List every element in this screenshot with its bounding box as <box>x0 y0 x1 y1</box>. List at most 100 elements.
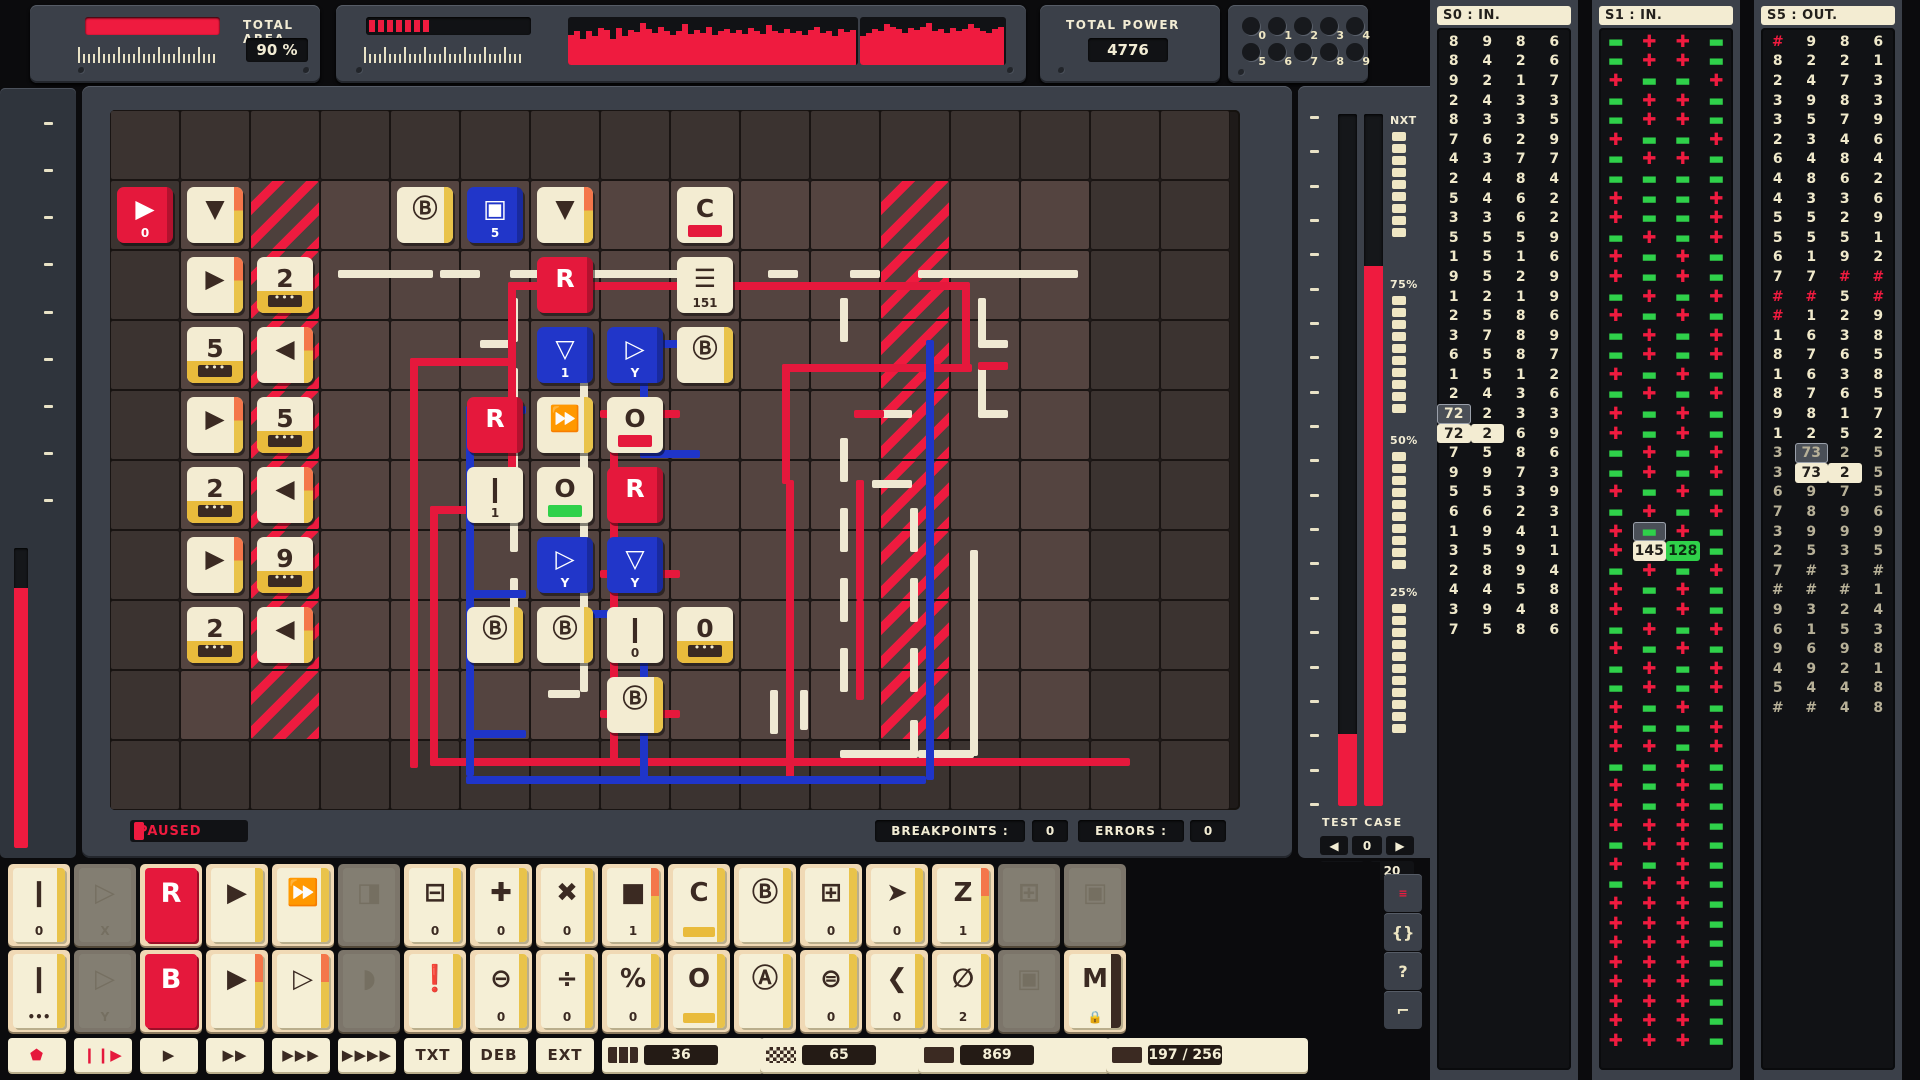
data-cell[interactable]: 2 <box>1471 71 1505 91</box>
data-cell[interactable]: 1 <box>1761 365 1795 385</box>
data-cell[interactable]: 8 <box>1504 620 1538 640</box>
data-cell[interactable]: 5 <box>1795 110 1829 130</box>
data-cell[interactable]: ✚ <box>1599 894 1633 914</box>
test-case-next-button[interactable]: ▶ <box>1386 836 1414 855</box>
grid-cell[interactable] <box>320 530 390 600</box>
data-cell[interactable]: ✚ <box>1599 424 1633 444</box>
palette-tile[interactable]: ∅2 <box>932 950 994 1032</box>
palette-tile[interactable]: ▶ <box>206 864 268 946</box>
data-cell[interactable]: ▬ <box>1700 110 1734 130</box>
data-cell[interactable]: 9 <box>1538 287 1572 307</box>
data-cell[interactable]: 5 <box>1538 110 1572 130</box>
data-cell[interactable]: 7 <box>1795 346 1829 366</box>
data-cell[interactable]: 5 <box>1862 483 1896 503</box>
data-cell[interactable]: 9 <box>1504 561 1538 581</box>
data-cell[interactable]: 3 <box>1538 91 1572 111</box>
data-cell[interactable]: 1 <box>1538 522 1572 542</box>
data-cell[interactable]: 4 <box>1862 150 1896 170</box>
data-cell[interactable]: 3 <box>1761 110 1795 130</box>
numpad-key-6[interactable]: 6 <box>1268 43 1290 65</box>
data-cell[interactable]: 8 <box>1862 326 1896 346</box>
data-cell[interactable]: ▬ <box>1633 169 1667 189</box>
grid-cell[interactable] <box>950 530 1020 600</box>
data-cell[interactable]: ✚ <box>1599 248 1633 268</box>
data-cell[interactable]: 2 <box>1761 130 1795 150</box>
data-cell[interactable]: ✚ <box>1666 875 1700 895</box>
data-cell[interactable]: ✚ <box>1599 267 1633 287</box>
data-cell[interactable]: 8 <box>1504 32 1538 52</box>
data-cell[interactable]: 9 <box>1437 267 1471 287</box>
grid-cell[interactable] <box>1090 390 1160 460</box>
grid-cell[interactable] <box>110 670 180 740</box>
circuit-node[interactable]: ▼ <box>537 187 593 243</box>
palette-action-5[interactable]: ▶▶▶▶ <box>338 1038 396 1072</box>
data-cell[interactable]: 1 <box>1504 71 1538 91</box>
data-cell[interactable]: 1 <box>1437 287 1471 307</box>
data-cell[interactable]: ✚ <box>1666 52 1700 72</box>
data-cell[interactable]: 1 <box>1504 287 1538 307</box>
data-cell[interactable]: 6 <box>1437 502 1471 522</box>
data-cell[interactable]: ▬ <box>1700 698 1734 718</box>
data-cell[interactable]: ▬ <box>1700 52 1734 72</box>
data-cell[interactable]: 9 <box>1504 541 1538 561</box>
palette-tile[interactable]: %0 <box>602 950 664 1032</box>
circuit-node[interactable]: ▶ <box>187 397 243 453</box>
data-cell[interactable]: ▬ <box>1633 483 1667 503</box>
grid-cell[interactable] <box>810 180 880 250</box>
data-cell[interactable]: ✚ <box>1599 522 1633 542</box>
data-cell[interactable]: ▬ <box>1599 91 1633 111</box>
data-cell[interactable]: 4 <box>1437 581 1471 601</box>
data-cell[interactable]: ▬ <box>1666 385 1700 405</box>
grid-cell[interactable] <box>1090 180 1160 250</box>
data-cell[interactable]: ▬ <box>1700 522 1734 542</box>
data-cell[interactable]: 1 <box>1504 248 1538 268</box>
grid-cell[interactable] <box>1020 530 1090 600</box>
data-cell[interactable]: ▬ <box>1666 737 1700 757</box>
data-cell[interactable]: 4 <box>1471 385 1505 405</box>
data-cell[interactable]: ✚ <box>1633 385 1667 405</box>
data-cell[interactable]: 4 <box>1795 71 1829 91</box>
data-cell[interactable]: ▬ <box>1700 953 1734 973</box>
data-cell[interactable]: 9 <box>1761 404 1795 424</box>
data-cell[interactable]: 2 <box>1471 404 1505 424</box>
data-cell[interactable]: ▬ <box>1599 32 1633 52</box>
grid-cell[interactable] <box>1090 250 1160 320</box>
data-cell[interactable]: ✚ <box>1666 933 1700 953</box>
grid-cell[interactable] <box>740 180 810 250</box>
data-cell[interactable]: 6 <box>1862 32 1896 52</box>
data-cell[interactable]: # <box>1761 32 1795 52</box>
data-cell[interactable]: 8 <box>1504 443 1538 463</box>
data-cell[interactable]: 2 <box>1862 424 1896 444</box>
data-cell[interactable]: 2 <box>1795 424 1829 444</box>
data-cell[interactable]: ▬ <box>1599 502 1633 522</box>
data-cell[interactable]: 9 <box>1538 424 1572 444</box>
grid-cell[interactable] <box>1020 110 1090 180</box>
data-cell[interactable]: ✚ <box>1666 306 1700 326</box>
data-cell[interactable]: 6 <box>1761 620 1795 640</box>
circuit-node[interactable]: Ⓑ <box>677 327 733 383</box>
numpad-key-8[interactable]: 8 <box>1320 43 1342 65</box>
data-cell[interactable]: ✚ <box>1599 992 1633 1012</box>
data-cell[interactable]: 4 <box>1761 659 1795 679</box>
data-cell[interactable]: ▬ <box>1633 208 1667 228</box>
grid-cell[interactable] <box>110 110 180 180</box>
data-cell[interactable]: 3 <box>1761 522 1795 542</box>
grid-cell[interactable] <box>390 530 460 600</box>
data-cell[interactable]: 3 <box>1504 110 1538 130</box>
palette-tile[interactable]: ⊖0 <box>470 950 532 1032</box>
data-cell[interactable]: ✚ <box>1700 737 1734 757</box>
data-cell[interactable]: ✚ <box>1633 1012 1667 1032</box>
circuit-node[interactable]: ⏩ <box>537 397 593 453</box>
data-cell[interactable]: # <box>1828 267 1862 287</box>
data-cell[interactable]: 2 <box>1761 541 1795 561</box>
data-cell[interactable]: 4 <box>1471 169 1505 189</box>
data-cell[interactable]: 9 <box>1828 248 1862 268</box>
data-cell[interactable]: ✚ <box>1633 110 1667 130</box>
data-cell[interactable]: ✚ <box>1599 737 1633 757</box>
data-cell[interactable]: ▬ <box>1666 443 1700 463</box>
data-cell[interactable]: # <box>1795 581 1829 601</box>
data-cell[interactable]: ✚ <box>1633 816 1667 836</box>
data-cell[interactable]: 7 <box>1761 267 1795 287</box>
data-cell[interactable]: 128 <box>1666 541 1700 561</box>
data-cell[interactable]: ✚ <box>1666 698 1700 718</box>
